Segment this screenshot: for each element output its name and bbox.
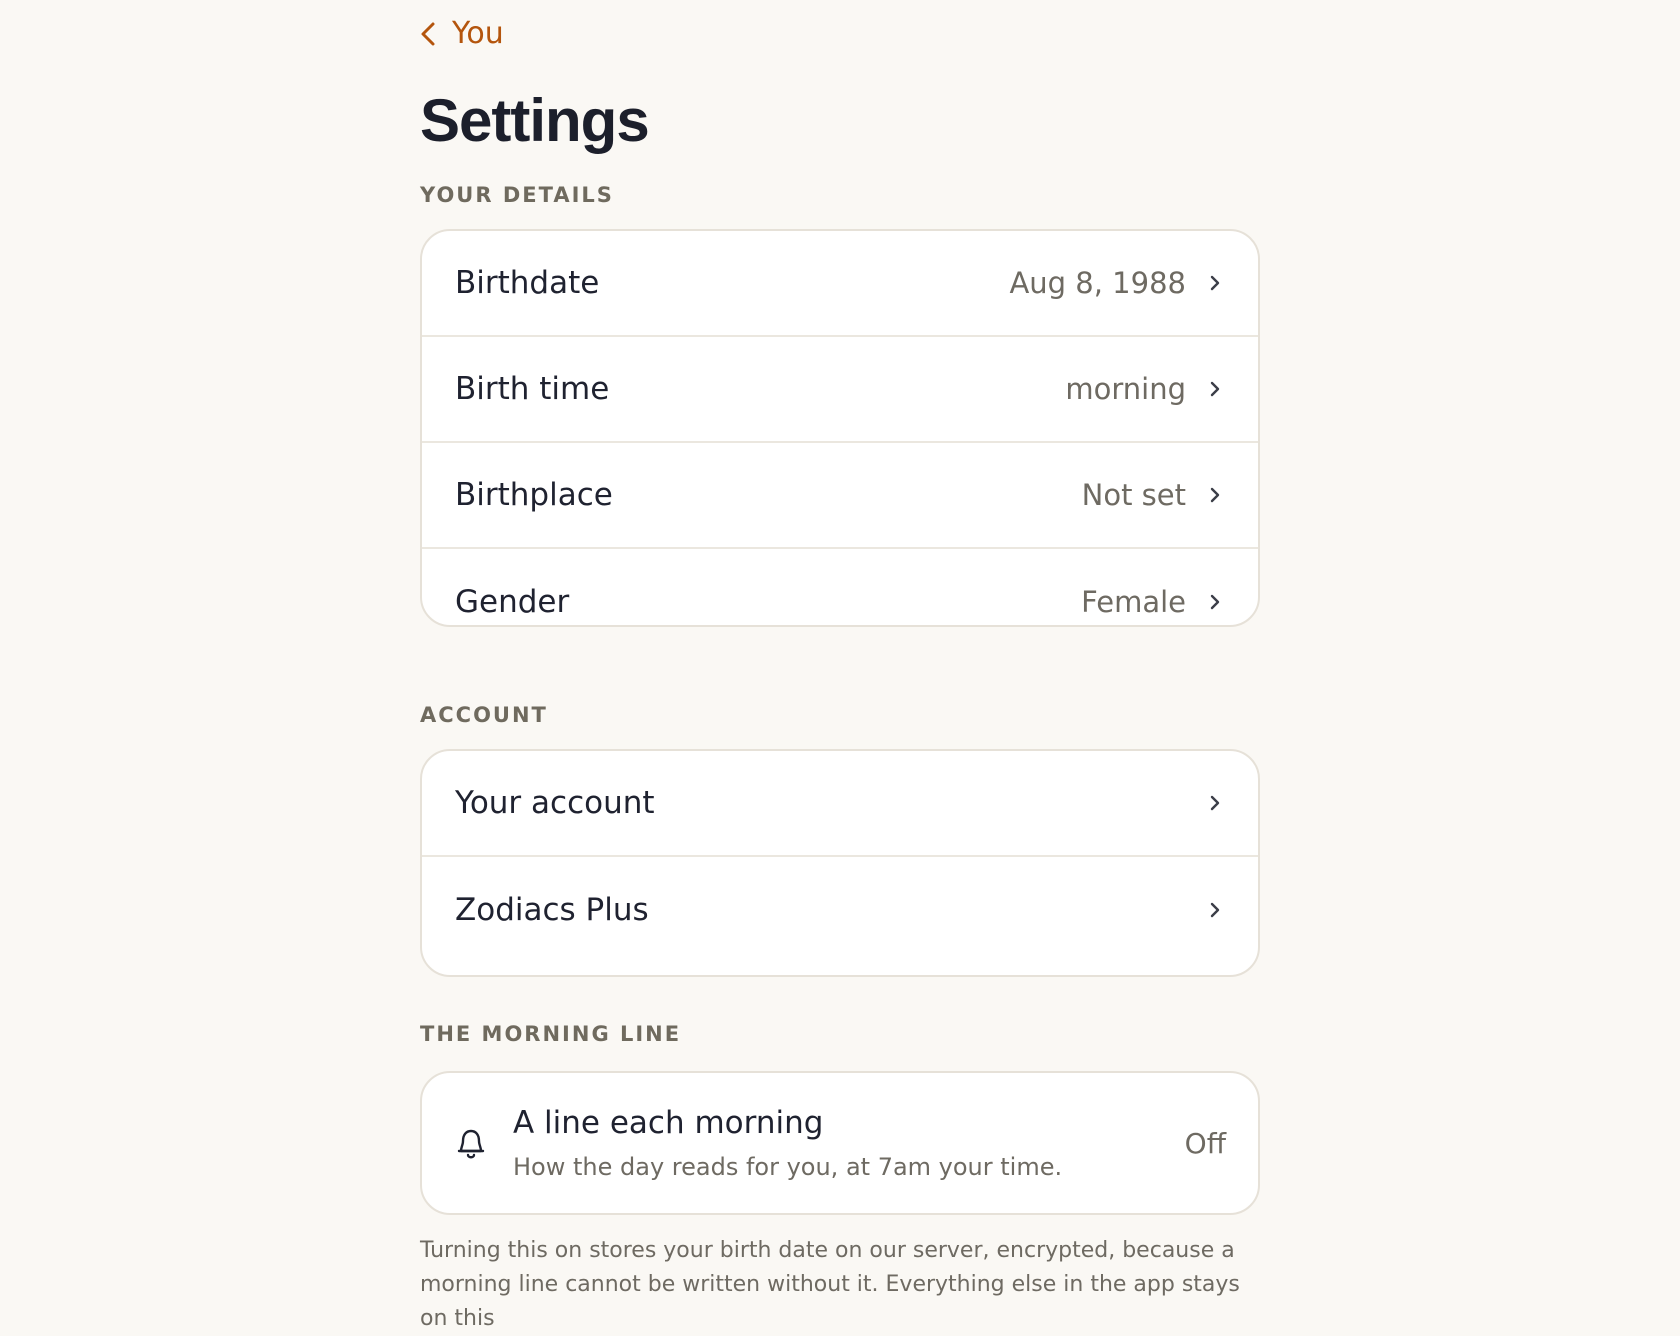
section-label-morning-line: THE MORNING LINE bbox=[420, 1022, 682, 1046]
row-label: Zodiacs Plus bbox=[455, 892, 649, 928]
morning-line-state: Off bbox=[1184, 1126, 1226, 1160]
row-value: Not set bbox=[1081, 478, 1186, 512]
row-value: Aug 8, 1988 bbox=[1009, 266, 1186, 300]
chevron-left-icon bbox=[421, 22, 435, 45]
morning-line-title: A line each morning bbox=[513, 1105, 824, 1141]
details-card: Birthdate Aug 8, 1988 Birth time morning… bbox=[420, 229, 1260, 627]
morning-line-subtitle: How the day reads for you, at 7am your t… bbox=[513, 1153, 1063, 1181]
chevron-right-icon bbox=[1210, 381, 1220, 397]
row-value: morning bbox=[1065, 372, 1186, 406]
row-label: Birth time bbox=[455, 371, 610, 407]
morning-line-footnote: Turning this on stores your birth date o… bbox=[420, 1238, 1240, 1331]
account-card: Your account Zodiacs Plus bbox=[420, 749, 1260, 977]
bell-icon bbox=[457, 1129, 485, 1159]
chevron-right-icon bbox=[1210, 275, 1220, 291]
row-zodiacs-plus[interactable]: Zodiacs Plus bbox=[422, 857, 1258, 963]
row-your-account[interactable]: Your account bbox=[422, 751, 1258, 857]
row-label: Birthplace bbox=[455, 477, 613, 513]
chevron-right-icon bbox=[1210, 487, 1220, 503]
back-button[interactable]: You bbox=[420, 16, 504, 51]
row-label: Your account bbox=[455, 785, 655, 821]
row-birthplace[interactable]: Birthplace Not set bbox=[422, 443, 1258, 549]
section-label-account: ACCOUNT bbox=[420, 703, 548, 727]
row-label: Birthdate bbox=[455, 265, 600, 301]
row-label: Gender bbox=[455, 584, 570, 620]
row-value: Female bbox=[1081, 585, 1186, 619]
morning-card: A line each morning How the day reads fo… bbox=[420, 1071, 1260, 1215]
row-birthdate[interactable]: Birthdate Aug 8, 1988 bbox=[422, 231, 1258, 337]
page-title: Settings bbox=[420, 87, 650, 154]
chevron-right-icon bbox=[1210, 795, 1220, 811]
back-label: You bbox=[452, 16, 504, 51]
chevron-right-icon bbox=[1210, 594, 1220, 610]
row-gender[interactable]: Gender Female bbox=[422, 549, 1258, 625]
chevron-right-icon bbox=[1210, 902, 1220, 918]
morning-line-text: A line each morning How the day reads fo… bbox=[513, 1105, 1185, 1181]
row-birth-time[interactable]: Birth time morning bbox=[422, 337, 1258, 443]
section-label-your-details: YOUR DETAILS bbox=[420, 183, 614, 207]
morning-line-toggle-row[interactable]: A line each morning How the day reads fo… bbox=[422, 1073, 1258, 1213]
